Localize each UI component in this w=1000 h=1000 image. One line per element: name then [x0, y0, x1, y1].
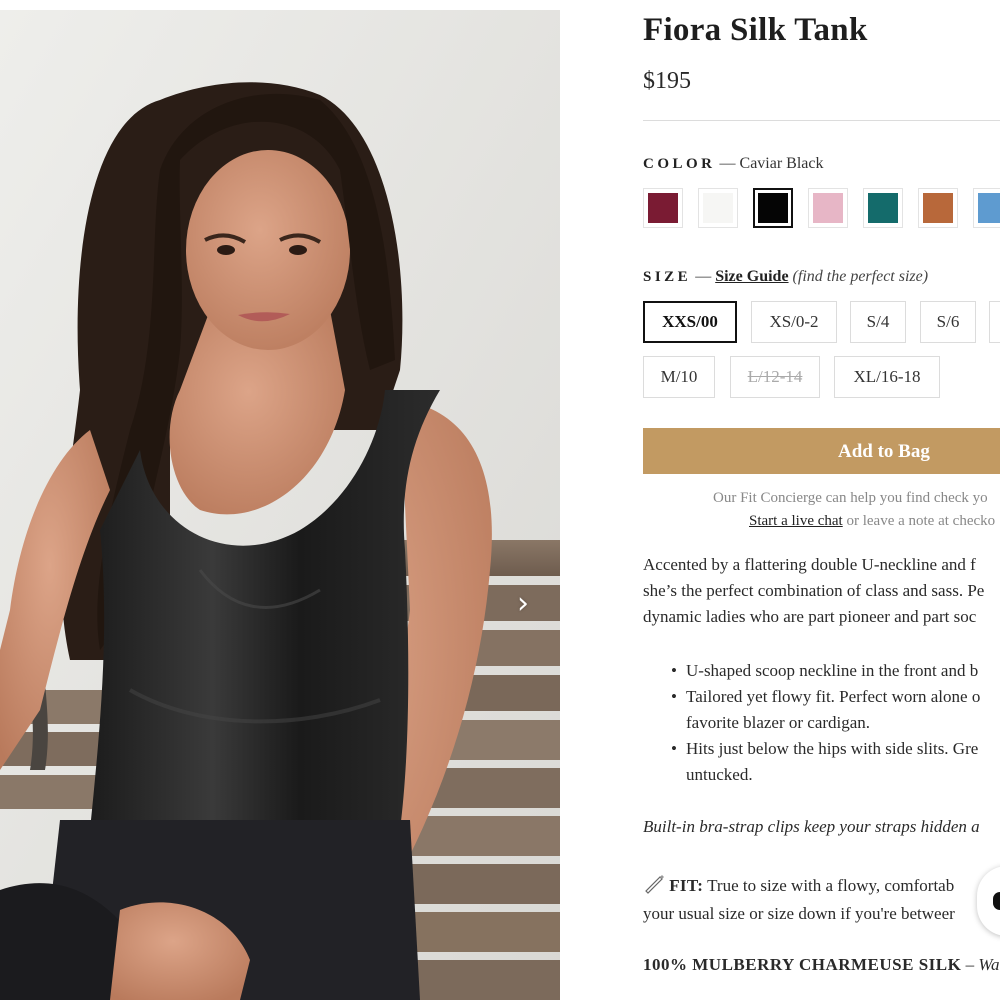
product-image[interactable]: › [0, 10, 560, 1000]
size-option[interactable]: S/4 [850, 301, 906, 343]
size-option[interactable] [989, 301, 1000, 343]
bullet-icon: • [671, 687, 677, 706]
swatch-burgundy[interactable] [643, 188, 683, 228]
material-care: Wa [978, 955, 1000, 974]
swatch-caviar-black[interactable] [753, 188, 793, 228]
color-label: COLOR [643, 156, 716, 172]
product-title: Fiora Silk Tank [643, 12, 868, 48]
feature-text: untucked. [686, 765, 753, 784]
bullet-icon: • [671, 739, 677, 758]
size-hint: (find the perfect size) [792, 268, 929, 285]
size-option[interactable]: M/10 [643, 356, 715, 398]
swatch-teal[interactable] [863, 188, 903, 228]
ruler-pencil-icon [645, 875, 664, 894]
swatch-copper[interactable] [918, 188, 958, 228]
fit-info: FIT: True to size with a flowy, comforta… [643, 872, 955, 928]
chat-icon [993, 892, 1000, 910]
swatch-blue[interactable] [973, 188, 1000, 228]
feature-text: favorite blazer or cardigan. [686, 713, 871, 732]
feature-text: U-shaped scoop neckline in the front and… [686, 661, 979, 680]
bullet-icon: • [671, 661, 677, 680]
size-option[interactable]: XL/16-18 [834, 356, 940, 398]
concierge-text: Our Fit Concierge can help you find chec… [713, 490, 988, 506]
product-price: $195 [643, 68, 691, 94]
chevron-right-icon: › [517, 586, 529, 621]
concierge-line-2: Start a live chat or leave a note at che… [749, 513, 995, 530]
concierge-text-rest: or leave a note at checko [842, 513, 996, 529]
fit-text-line-2: your usual size or size down if you're b… [643, 904, 955, 923]
color-separator: — [719, 155, 736, 172]
bra-strap-note: Built-in bra-strap clips keep your strap… [643, 817, 980, 836]
fit-label: FIT: [669, 876, 704, 895]
description-line: Accented by a flattering double U-neckli… [643, 555, 976, 574]
selected-color-name: Caviar Black [739, 155, 824, 172]
size-option[interactable]: S/6 [920, 301, 976, 343]
size-option[interactable]: XXS/00 [643, 301, 737, 343]
live-chat-link[interactable]: Start a live chat [749, 513, 843, 529]
description-line: dynamic ladies who are part pioneer and … [643, 607, 977, 626]
feature-text: Tailored yet flowy fit. Perfect worn alo… [686, 687, 981, 706]
color-label-row: COLOR — Caviar Black [643, 155, 823, 173]
material-label: 100% MULBERRY CHARMEUSE SILK [643, 955, 962, 974]
gallery-next-button[interactable]: › [510, 586, 536, 622]
divider [643, 120, 1000, 121]
fit-text: True to size with a flowy, comfortab [703, 876, 955, 895]
product-description: Accented by a flattering double U-neckli… [643, 552, 1000, 630]
swatch-white[interactable] [698, 188, 738, 228]
description-line: she’s the perfect combination of class a… [643, 581, 985, 600]
add-to-bag-button[interactable]: Add to Bag [643, 428, 1000, 474]
product-details: Fiora Silk Tank $195 COLOR — Caviar Blac… [643, 0, 1000, 1000]
material-info: 100% MULBERRY CHARMEUSE SILK – Wa [643, 955, 999, 975]
swatch-pink[interactable] [808, 188, 848, 228]
size-option-soldout[interactable]: L/12-14 [730, 356, 820, 398]
feature-text: Hits just below the hips with side slits… [686, 739, 979, 758]
size-separator: — [695, 268, 712, 285]
size-label: SIZE [643, 269, 692, 285]
size-option[interactable]: XS/0-2 [751, 301, 837, 343]
size-guide-link[interactable]: Size Guide [715, 268, 788, 285]
model-photo [0, 10, 560, 1000]
material-dash: – [961, 955, 979, 974]
size-label-row: SIZE — Size Guide (find the perfect size… [643, 268, 928, 286]
